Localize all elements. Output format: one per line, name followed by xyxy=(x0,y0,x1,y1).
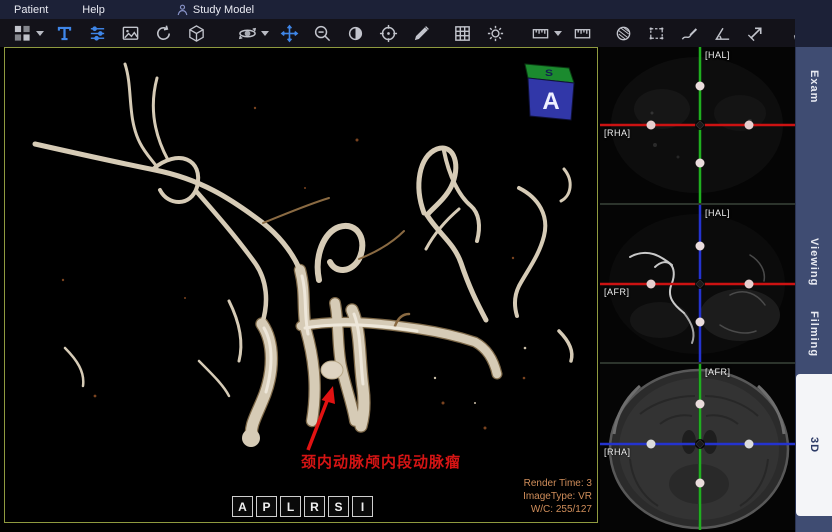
angle-measure-icon[interactable] xyxy=(712,23,732,43)
mpr-panel: [HAL] [RHA] [HAL] [AFR] xyxy=(600,47,795,532)
3d-rotate-caret[interactable] xyxy=(261,31,269,36)
orientation-button-s[interactable]: S xyxy=(328,496,349,517)
measure-ruler-caret[interactable] xyxy=(554,31,562,36)
crosshair-handle[interactable] xyxy=(696,400,705,409)
mpr3-axis-label: [RHA] xyxy=(604,447,631,457)
orientation-button-p[interactable]: P xyxy=(256,496,277,517)
crosshair-handle[interactable] xyxy=(745,280,754,289)
tab-exam[interactable]: Exam xyxy=(796,57,832,117)
mpr-view-1[interactable]: [HAL] [RHA] xyxy=(600,47,795,205)
crosshair-target-icon[interactable] xyxy=(378,23,398,43)
image-type: ImageType: VR xyxy=(523,490,592,503)
mpr2-axis-label: [AFR] xyxy=(604,287,630,297)
zoom-out-icon[interactable] xyxy=(312,23,332,43)
mpr-view-2[interactable]: [HAL] [AFR] xyxy=(600,205,795,364)
window-center: W/C: 255/127 xyxy=(523,503,592,516)
orientation-button-i[interactable]: I xyxy=(352,496,373,517)
tab-viewing[interactable]: Viewing xyxy=(796,228,832,296)
menu-bar: Patient Help Study Model xyxy=(0,0,832,19)
crosshair-handle[interactable] xyxy=(696,479,705,488)
mpr1-axis-label: [RHA] xyxy=(604,128,631,138)
crosshair-handle[interactable] xyxy=(745,121,754,130)
orientation-cube[interactable]: S A xyxy=(511,56,583,128)
menu-help[interactable]: Help xyxy=(72,0,115,19)
measure-ruler-2-icon[interactable] xyxy=(572,23,592,43)
menu-study-model-label: Study Model xyxy=(193,4,254,16)
tab-3d[interactable]: 3D xyxy=(796,374,832,516)
crosshair-handle[interactable] xyxy=(647,121,656,130)
person-icon xyxy=(177,4,188,16)
sphere-roi-icon[interactable] xyxy=(613,23,633,43)
crosshair-handle[interactable] xyxy=(745,440,754,449)
rect-roi-icon[interactable] xyxy=(646,23,666,43)
crosshair-handle[interactable] xyxy=(696,242,705,251)
menu-study-model[interactable]: Study Model xyxy=(167,0,264,19)
screenshot-image-icon[interactable] xyxy=(120,23,140,43)
window-level-icon[interactable] xyxy=(87,23,107,43)
mpr1-plane-label: [HAL] xyxy=(705,50,730,60)
cube-top-label: S xyxy=(545,68,553,78)
annotation-label[interactable]: 颈内动脉颅内段动脉瘤 xyxy=(301,451,471,472)
topbar-right-filler xyxy=(795,0,832,47)
tab-filming[interactable]: Filming xyxy=(796,295,832,373)
mpr2-plane-label: [HAL] xyxy=(705,208,730,218)
pan-icon[interactable] xyxy=(279,23,299,43)
arrow-annotation-icon[interactable] xyxy=(745,23,765,43)
orientation-button-r[interactable]: R xyxy=(304,496,325,517)
measure-ruler-icon[interactable] xyxy=(530,23,550,43)
side-tab-strip: Exam Viewing Filming 3D xyxy=(795,47,832,532)
3d-rotate-icon[interactable] xyxy=(237,23,257,43)
layout-grid-caret[interactable] xyxy=(36,31,44,36)
menu-patient[interactable]: Patient xyxy=(4,0,58,19)
draw-pencil-icon[interactable] xyxy=(411,23,431,43)
render-info: Render Time: 3 ImageType: VR W/C: 255/12… xyxy=(523,477,592,516)
mpr-view-3[interactable]: [AFR] [RHA] xyxy=(600,364,795,530)
aneurysm-dome xyxy=(321,361,343,379)
text-annotation-icon[interactable] xyxy=(54,23,74,43)
crosshair-handle[interactable] xyxy=(696,82,705,91)
crosshair-handle[interactable] xyxy=(647,280,656,289)
crosshair-handle[interactable] xyxy=(696,159,705,168)
volume-render-viewport[interactable]: 颈内动脉颅内段动脉瘤 S A A P L R S I Render Time: … xyxy=(4,47,598,523)
orientation-button-l[interactable]: L xyxy=(280,496,301,517)
crosshair-handle[interactable] xyxy=(696,318,705,327)
brightness-contrast-icon[interactable] xyxy=(345,23,365,43)
display-settings-icon[interactable] xyxy=(485,23,505,43)
mpr3-plane-label: [AFR] xyxy=(705,367,731,377)
crosshair-handle[interactable] xyxy=(647,440,656,449)
layout-grid-icon[interactable] xyxy=(12,23,32,43)
3d-cube-icon[interactable] xyxy=(186,23,206,43)
orientation-buttons: A P L R S I xyxy=(232,496,373,517)
freehand-draw-icon[interactable] xyxy=(679,23,699,43)
toolbar xyxy=(0,19,832,47)
grid-table-icon[interactable] xyxy=(452,23,472,43)
cube-front-label: A xyxy=(542,88,559,115)
rotate-reset-icon[interactable] xyxy=(153,23,173,43)
render-time: Render Time: 3 xyxy=(523,477,592,490)
orientation-button-a[interactable]: A xyxy=(232,496,253,517)
